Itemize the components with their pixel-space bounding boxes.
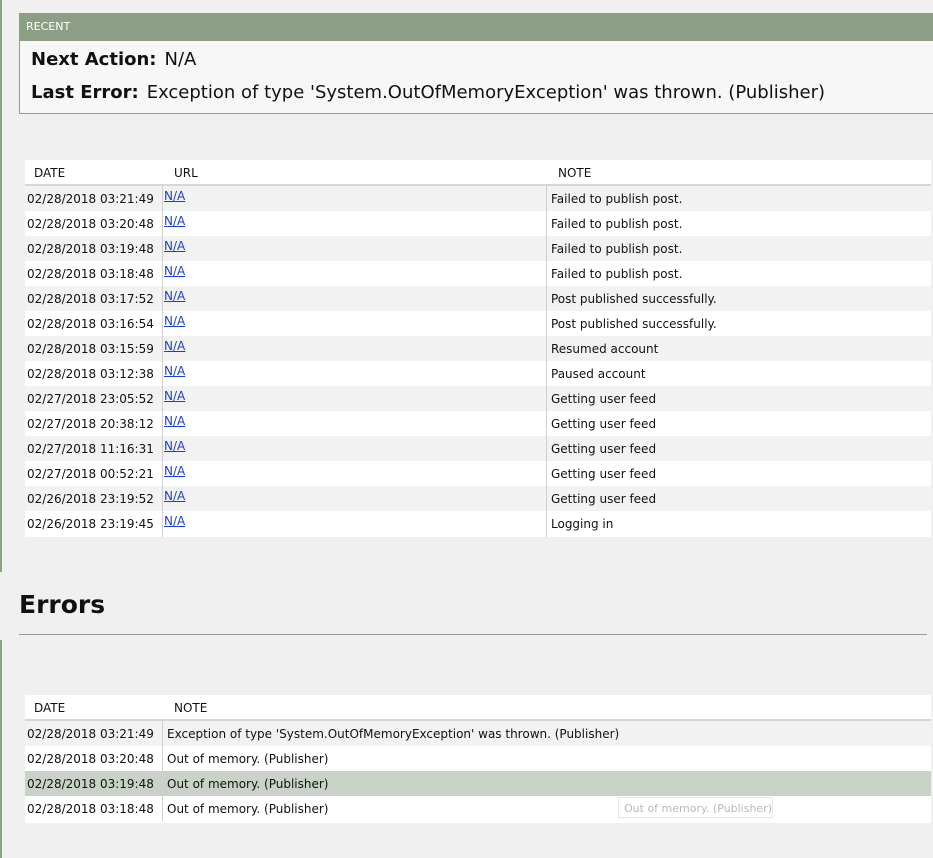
errors-table-header: DATE NOTE [25,695,931,721]
next-action-label: Next Action: [31,49,157,70]
date-cell: 02/28/2018 03:16:54 [27,317,154,331]
recent-panel: RECENT Next Action: N/A Last Error: Except… [19,13,933,114]
note-cell: Failed to publish post. [551,242,683,256]
date-cell: 02/28/2018 03:15:59 [27,342,154,356]
table-row[interactable]: 02/28/2018 03:20:48 N/A Failed to publish … [25,211,931,236]
date-cell: 02/28/2018 03:19:48 [27,777,154,791]
table-row[interactable]: 02/27/2018 23:05:52 N/A Getting user feed [25,386,931,411]
date-cell: 02/28/2018 03:12:38 [27,367,154,381]
note-cell: Post published successfully. [551,292,717,306]
table-row[interactable]: 02/28/2018 03:18:48 Out of memory. (Publi… [25,796,931,821]
note-cell: Out of memory. (Publisher) [167,752,329,766]
errors-title: Errors [19,590,106,619]
date-cell: 02/28/2018 03:20:48 [27,217,154,231]
note-cell: Failed to publish post. [551,192,683,206]
recent-header: RECENT [20,13,933,41]
column-header-note[interactable]: NOTE [174,701,207,715]
column-divider [162,186,163,537]
url-link[interactable]: N/A [164,214,185,228]
table-row[interactable]: 02/27/2018 20:38:12 N/A Getting user feed [25,411,931,436]
table-row[interactable]: 02/26/2018 23:19:52 N/A Getting user feed [25,486,931,511]
note-cell: Failed to publish post. [551,217,683,231]
activity-rows: 02/28/2018 03:21:49 N/A Failed to publish … [25,186,931,536]
url-link[interactable]: N/A [164,414,185,428]
table-row[interactable]: 02/28/2018 03:16:54 N/A Post published suc… [25,311,931,336]
last-error-label: Last Error: [31,82,139,103]
url-link[interactable]: N/A [164,189,185,203]
column-divider [162,721,163,821]
note-cell: Failed to publish post. [551,267,683,281]
table-row[interactable]: 02/28/2018 03:19:48 Out of memory. (Publi… [25,771,931,796]
note-cell: Getting user feed [551,442,657,456]
note-cell: Logging in [551,517,614,531]
date-cell: 02/27/2018 00:52:21 [27,467,154,481]
date-cell: 02/27/2018 11:16:31 [27,442,154,456]
table-row[interactable]: 02/28/2018 03:12:38 N/A Paused account [25,361,931,386]
url-link[interactable]: N/A [164,489,185,503]
table-row[interactable]: 02/27/2018 11:16:31 N/A Getting user feed [25,436,931,461]
date-cell: 02/28/2018 03:18:48 [27,802,154,816]
url-link[interactable]: N/A [164,464,185,478]
table-row[interactable]: 02/28/2018 03:17:52 N/A Post published suc… [25,286,931,311]
error-rows: 02/28/2018 03:21:49 Exception of type 'Sy… [25,721,931,821]
row-tooltip: Out of memory. (Publisher) [618,797,773,818]
date-cell: 02/28/2018 03:21:49 [27,192,154,206]
last-error-line: Last Error: Exception of type 'System.Out… [31,82,825,103]
date-cell: 02/26/2018 23:19:52 [27,492,154,506]
url-link[interactable]: N/A [164,314,185,328]
date-cell: 02/27/2018 20:38:12 [27,417,154,431]
url-link[interactable]: N/A [164,264,185,278]
table-row[interactable]: 02/28/2018 03:21:49 Exception of type 'Sy… [25,721,931,746]
next-action-line: Next Action: N/A [31,49,196,70]
note-cell: Getting user feed [551,492,657,506]
table-row[interactable]: 02/28/2018 03:20:48 Out of memory. (Publi… [25,746,931,771]
table-row[interactable]: 02/28/2018 03:15:59 N/A Resumed account [25,336,931,361]
date-cell: 02/28/2018 03:21:49 [27,727,154,741]
date-cell: 02/27/2018 23:05:52 [27,392,154,406]
table-row[interactable]: 02/26/2018 23:19:45 N/A Logging in [25,511,931,536]
date-cell: 02/28/2018 03:20:48 [27,752,154,766]
note-cell: Out of memory. (Publisher) [167,777,329,791]
date-cell: 02/26/2018 23:19:45 [27,517,154,531]
date-cell: 02/28/2018 03:17:52 [27,292,154,306]
column-header-url[interactable]: URL [174,166,198,180]
note-cell: Paused account [551,367,646,381]
url-link[interactable]: N/A [164,439,185,453]
table-row[interactable]: 02/28/2018 03:18:48 N/A Failed to publish … [25,261,931,286]
left-accent-bar-lower [0,640,2,858]
activity-table-header: DATE URL NOTE [25,160,931,186]
column-header-date[interactable]: DATE [34,701,65,715]
note-cell: Getting user feed [551,417,657,431]
url-link[interactable]: N/A [164,239,185,253]
left-accent-bar [0,0,2,572]
column-header-note[interactable]: NOTE [558,166,591,180]
date-cell: 02/28/2018 03:19:48 [27,242,154,256]
column-header-date[interactable]: DATE [34,166,65,180]
date-cell: 02/28/2018 03:18:48 [27,267,154,281]
url-link[interactable]: N/A [164,389,185,403]
note-cell: Out of memory. (Publisher) [167,802,329,816]
table-row[interactable]: 02/27/2018 00:52:21 N/A Getting user feed [25,461,931,486]
note-cell: Getting user feed [551,467,657,481]
note-cell: Exception of type 'System.OutOfMemoryExc… [167,727,620,741]
next-action-value: N/A [164,49,197,70]
url-link[interactable]: N/A [164,339,185,353]
table-row[interactable]: 02/28/2018 03:21:49 N/A Failed to publish … [25,186,931,211]
activity-table: DATE URL NOTE 02/28/2018 03:21:49 N/A Fail… [25,160,931,537]
table-row[interactable]: 02/28/2018 03:19:48 N/A Failed to publish … [25,236,931,261]
url-link[interactable]: N/A [164,514,185,528]
note-cell: Getting user feed [551,392,657,406]
errors-table: DATE NOTE 02/28/2018 03:21:49 Exception o… [25,695,931,823]
last-error-value: Exception of type 'System.OutOfMemoryExc… [146,82,825,103]
url-link[interactable]: N/A [164,289,185,303]
note-cell: Post published successfully. [551,317,717,331]
errors-divider [19,634,927,635]
url-link[interactable]: N/A [164,364,185,378]
column-divider [546,186,547,537]
note-cell: Resumed account [551,342,659,356]
